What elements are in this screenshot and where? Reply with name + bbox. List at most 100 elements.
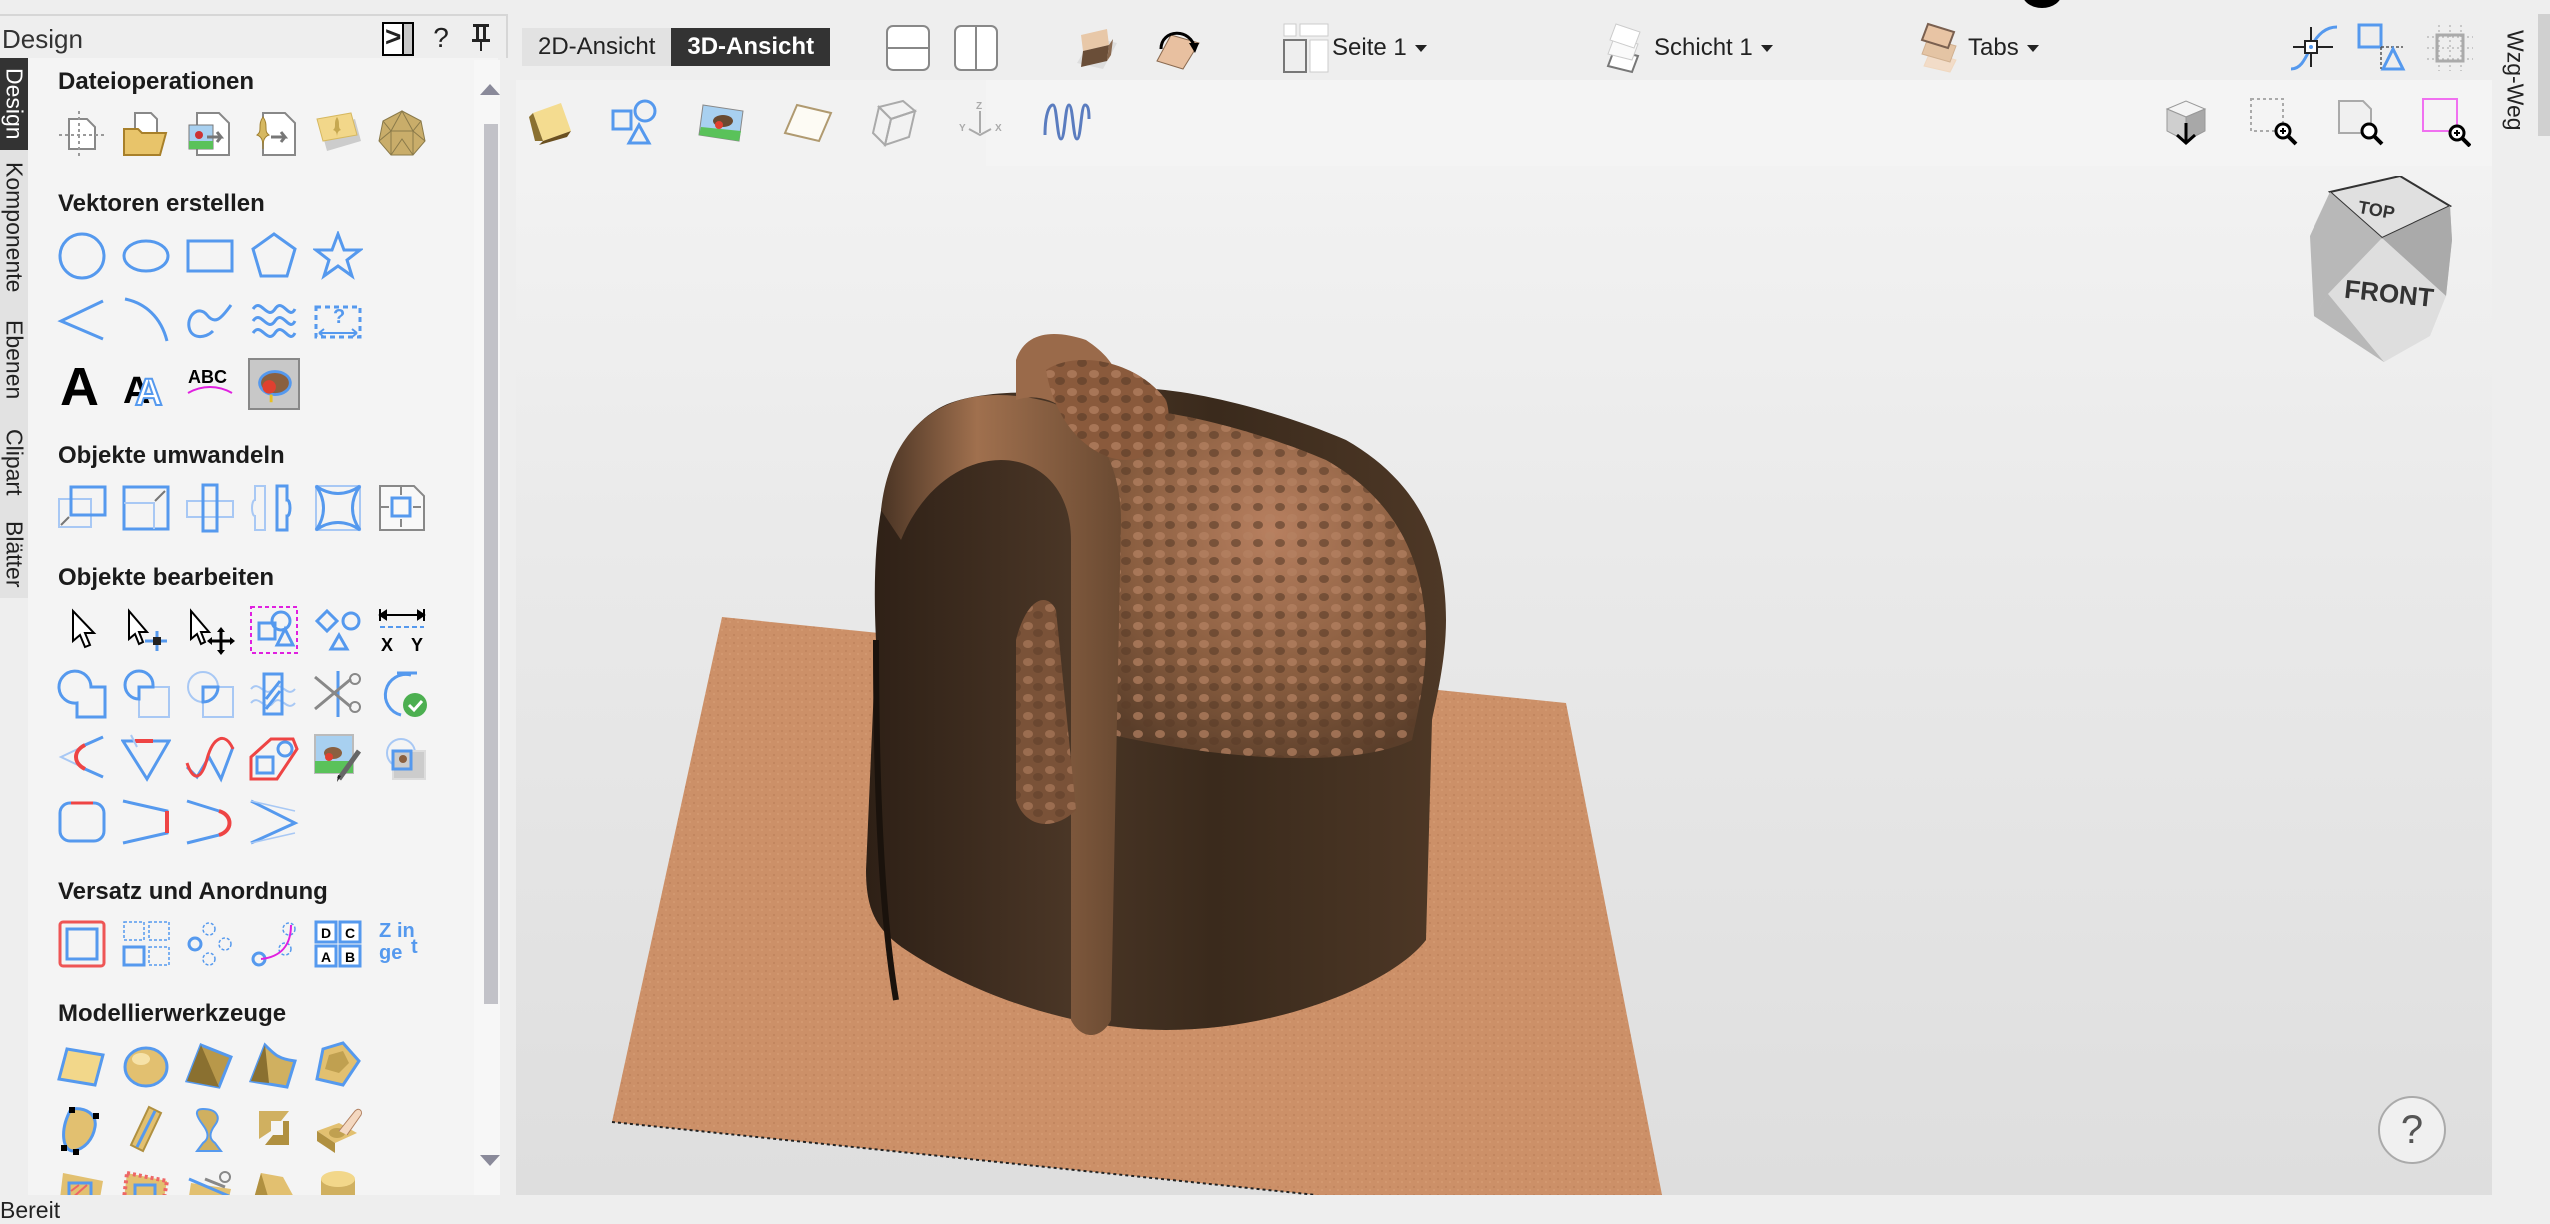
tab-komponente[interactable]: Komponente [0, 152, 28, 302]
material-block-icon[interactable] [1072, 22, 1124, 74]
split-horizontal-icon[interactable] [882, 22, 934, 74]
measure-xy-icon[interactable]: XY [376, 604, 428, 656]
scroll-down-arrow-icon[interactable] [480, 1155, 500, 1166]
import-component-icon[interactable] [312, 108, 364, 160]
import-3d-model-icon[interactable] [376, 108, 428, 160]
join-icon[interactable] [248, 796, 300, 848]
copy-along-curve-icon[interactable] [248, 918, 300, 970]
pin-icon[interactable] [468, 22, 494, 56]
tab-toolpaths[interactable]: Wzg-Weg [2498, 24, 2532, 136]
import-vector-icon[interactable] [248, 108, 300, 160]
scroll-up-arrow-icon[interactable] [480, 84, 500, 95]
weld-icon[interactable] [56, 668, 108, 720]
collapse-panel-button[interactable]: > [382, 21, 414, 56]
zoom-selection-icon[interactable] [2420, 96, 2472, 148]
wave-icon[interactable] [248, 294, 300, 346]
texture-area-icon[interactable] [120, 1168, 172, 1195]
snap-objects-icon[interactable] [2356, 22, 2408, 74]
transform-icon[interactable] [184, 604, 236, 656]
move-icon[interactable] [56, 482, 108, 534]
text-icon[interactable]: A [56, 358, 108, 410]
boundary-icon[interactable] [248, 732, 300, 784]
sculpt-icon[interactable] [312, 1104, 364, 1156]
wireframe-box-icon[interactable] [868, 96, 920, 148]
show-vectors-icon[interactable] [610, 96, 662, 148]
tabs-dropdown[interactable]: Tabs [1918, 22, 2039, 74]
close-vector-icon[interactable] [376, 668, 428, 720]
subtract-icon[interactable] [120, 668, 172, 720]
pyramid-icon[interactable] [184, 1040, 236, 1092]
slice-icon[interactable] [184, 1168, 236, 1195]
rotate-view-icon[interactable] [1152, 22, 1204, 74]
view-cube[interactable]: TOP FRONT [2306, 176, 2466, 366]
group-icon[interactable] [248, 604, 300, 656]
flat-component-icon[interactable] [56, 1040, 108, 1092]
axes-icon[interactable]: ZY X [954, 96, 1006, 148]
view-3d-box-icon[interactable] [526, 96, 578, 148]
polygon-icon[interactable] [248, 230, 300, 282]
rounded-corner-icon[interactable] [56, 796, 108, 848]
polyline-icon[interactable] [56, 294, 108, 346]
show-material-icon[interactable] [782, 96, 834, 148]
shape-edit-icon[interactable] [56, 1104, 108, 1156]
offset-icon[interactable] [56, 918, 108, 970]
mirror-icon[interactable] [248, 482, 300, 534]
rectangle-icon[interactable] [184, 230, 236, 282]
nest-text-icon[interactable]: Zin ge t [376, 918, 428, 970]
text-on-curve-icon[interactable]: ABC [184, 358, 236, 410]
intersect-icon[interactable] [184, 668, 236, 720]
job-setup-icon[interactable] [56, 108, 108, 160]
turn-icon[interactable] [184, 1104, 236, 1156]
view-cube-drop-icon[interactable] [2160, 96, 2212, 148]
circle-icon[interactable] [56, 230, 108, 282]
trim-icon[interactable] [312, 668, 364, 720]
page-dropdown[interactable]: Seite 1 [1282, 22, 1427, 74]
tab-2d-view[interactable]: 2D-Ansicht [522, 28, 672, 66]
viewport-help-button[interactable]: ? [2378, 1096, 2446, 1164]
open-file-icon[interactable] [120, 108, 172, 160]
distort-icon[interactable] [312, 482, 364, 534]
trace-bitmap-icon[interactable] [248, 358, 300, 410]
chamfer-icon[interactable] [120, 732, 172, 784]
rotate-icon[interactable] [184, 482, 236, 534]
ellipse-icon[interactable] [120, 230, 172, 282]
align-page-icon[interactable] [376, 482, 428, 534]
fillet-icon[interactable] [56, 732, 108, 784]
panel-scrollbar-thumb[interactable] [484, 124, 498, 1004]
snap-grid-icon[interactable] [2424, 22, 2476, 74]
weave-icon[interactable] [248, 1104, 300, 1156]
extend-icon[interactable] [120, 796, 172, 848]
scale-icon[interactable] [120, 482, 172, 534]
fade-icon[interactable] [248, 1168, 300, 1195]
nesting-icon[interactable]: DCAB [312, 918, 364, 970]
show-bitmap-icon[interactable] [696, 96, 748, 148]
texture-icon[interactable] [56, 1168, 108, 1195]
snap-to-curve-icon[interactable] [2288, 22, 2340, 74]
layer-dropdown[interactable]: Schicht 1 [1604, 22, 1773, 74]
star-icon[interactable] [312, 230, 364, 282]
edit-bitmap-icon[interactable] [312, 732, 364, 784]
dome-component-icon[interactable] [120, 1040, 172, 1092]
tab-clipart[interactable]: Clipart [0, 420, 28, 504]
right-scrollbar[interactable] [2538, 14, 2550, 136]
smooth-icon[interactable] [184, 732, 236, 784]
fill-icon[interactable] [248, 668, 300, 720]
tab-3d-view[interactable]: 3D-Ansicht [671, 28, 831, 66]
text-outline-icon[interactable]: AA [120, 358, 172, 410]
tab-design[interactable]: Design [0, 58, 28, 150]
array-copy-icon[interactable] [120, 918, 172, 970]
node-edit-icon[interactable] [120, 604, 172, 656]
extrude-icon[interactable] [248, 1040, 300, 1092]
import-bitmap-icon[interactable] [184, 108, 236, 160]
mask-bitmap-icon[interactable] [376, 732, 428, 784]
arc-icon[interactable] [120, 294, 172, 346]
curve-icon[interactable] [184, 294, 236, 346]
circular-array-icon[interactable] [184, 918, 236, 970]
two-rail-icon[interactable] [312, 1040, 364, 1092]
user-avatar[interactable] [2022, 0, 2062, 8]
cylinder-icon[interactable] [312, 1168, 364, 1195]
zoom-box-icon[interactable] [2248, 96, 2300, 148]
extrude-rail-icon[interactable] [120, 1104, 172, 1156]
dimension-icon[interactable]: ? [312, 294, 364, 346]
tab-blaetter[interactable]: Blätter [0, 514, 28, 594]
